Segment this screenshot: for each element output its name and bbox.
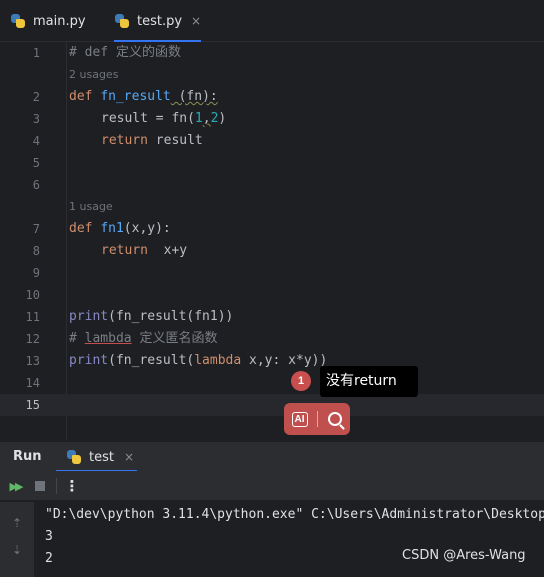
watermark: CSDN @Ares-Wang [402,548,526,563]
console-output-line: 2 [45,551,53,566]
code-text: def fn_result (fn): [69,89,218,104]
line-number: 2 [32,90,40,104]
rerun-icon[interactable]: ▶▶ [6,477,24,495]
code-editor[interactable]: 1 # def 定义的函数 2 usages 2 def fn_result (… [0,42,544,440]
line-number: 9 [32,266,40,280]
code-text: # lambda 定义匿名函数 [69,331,218,346]
current-code-line: 15 [0,394,544,416]
usages-hint[interactable]: 2 usages [69,64,118,86]
search-icon [327,412,342,426]
line-number: 11 [25,310,40,324]
code-line: 5 [0,152,544,174]
code-text: print(fn_result(lambda x,y: x*y)) [69,353,328,368]
close-icon[interactable]: × [191,14,201,28]
line-number: 7 [32,222,40,236]
run-console[interactable]: ⇡ ⇣ "D:\dev\python 3.11.4\python.exe" C:… [0,502,544,577]
run-toolbar: ▶▶ ⋮ [0,471,544,501]
close-icon[interactable]: × [124,450,134,464]
usages-hint[interactable]: 1 usage [69,196,113,218]
code-text: # def 定义的函数 [69,45,181,60]
code-line: 3 result = fn(1,2) [0,108,544,130]
ai-assistant-button[interactable]: AI [288,409,312,429]
code-line: 13 print(fn_result(lambda x,y: x*y)) [0,350,544,372]
line-number: 12 [25,332,40,346]
run-panel-header: Run test × [0,441,544,472]
tab-main-py[interactable]: main.py [10,0,86,42]
code-line: 14 [0,372,544,394]
line-number: 8 [32,244,40,258]
run-tab-test[interactable]: test × [56,442,137,472]
code-line: 4 return result [0,130,544,152]
python-file-icon [114,13,130,29]
code-text: return result [101,133,203,148]
search-button[interactable] [323,409,347,429]
code-line: 6 [0,174,544,196]
annotation-text: 没有return [320,366,418,397]
tab-label: main.py [33,13,86,29]
ai-floating-toolbar: AI [284,403,350,435]
code-line: 1 # def 定义的函数 [0,42,544,64]
line-number: 5 [32,156,40,170]
tab-label: test.py [137,13,183,29]
console-output-line: "D:\dev\python 3.11.4\python.exe" C:\Use… [45,507,544,522]
code-line: 12 # lambda 定义匿名函数 [0,328,544,350]
code-text: result = fn(1,2) [101,111,227,126]
annotation-badge: 1 [291,371,311,391]
code-line: 2 def fn_result (fn): [0,86,544,108]
editor-tab-bar: main.py test.py × [0,0,544,42]
console-output-line: 3 [45,529,53,544]
scroll-up-icon[interactable]: ⇡ [10,516,24,530]
line-number: 3 [32,112,40,126]
line-number: 10 [25,288,40,302]
tab-test-py[interactable]: test.py × [114,0,202,42]
python-file-icon [10,13,26,29]
more-options-icon[interactable]: ⋮ [63,477,81,495]
toolbar-divider [56,478,57,494]
stop-icon[interactable] [31,477,49,495]
line-number: 6 [32,178,40,192]
line-number: 14 [25,376,40,390]
ai-icon: AI [291,411,308,427]
line-number: 15 [25,398,40,412]
console-gutter: ⇡ ⇣ [0,502,34,577]
run-panel-title: Run [13,449,42,464]
code-line: 7 def fn1(x,y): [0,218,544,240]
line-number: 4 [32,134,40,148]
run-tab-label: test [89,449,114,465]
line-number: 1 [32,46,40,60]
line-number: 13 [25,354,40,368]
code-line: 9 [0,262,544,284]
code-line: 8 return x+y [0,240,544,262]
scroll-down-icon[interactable]: ⇣ [10,543,24,557]
code-line: 10 [0,284,544,306]
code-text: return x+y [101,243,188,258]
code-line: 11 print(fn_result(fn1)) [0,306,544,328]
code-text: def fn1(x,y): [69,221,171,236]
toolbar-divider [316,411,318,427]
python-file-icon [66,449,82,465]
code-text: print(fn_result(fn1)) [69,309,234,324]
